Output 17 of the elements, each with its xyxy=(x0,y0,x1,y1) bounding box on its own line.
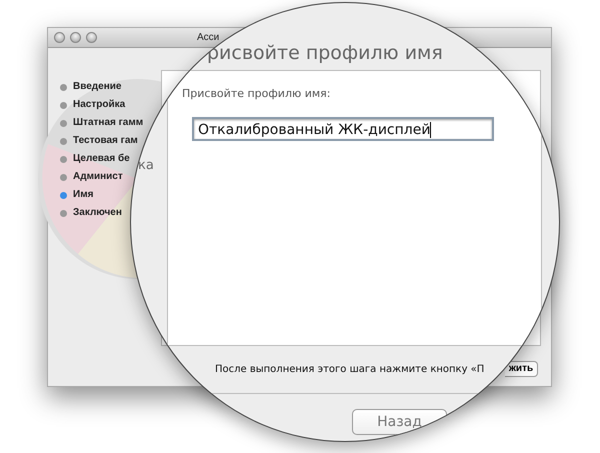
zoom-button[interactable] xyxy=(86,32,97,43)
continue-button[interactable]: жить xyxy=(505,361,538,377)
sidebar-item[interactable]: Админист xyxy=(73,171,123,183)
minimize-button[interactable] xyxy=(70,32,81,43)
back-button[interactable]: Назад xyxy=(352,409,447,435)
sidebar-item[interactable]: Настройка xyxy=(73,99,126,111)
sidebar-item[interactable]: Штатная гамм xyxy=(73,117,144,129)
text-fragment: ка xyxy=(138,157,154,175)
close-button[interactable] xyxy=(54,32,65,43)
sidebar-item[interactable]: Целевая бе xyxy=(73,153,130,165)
sidebar-item[interactable]: Введение xyxy=(73,81,122,93)
name-field[interactable]: Откалиброванный ЖК-дисплей xyxy=(192,117,494,141)
sidebar-item[interactable]: Заключен xyxy=(73,207,122,219)
sidebar-item[interactable]: Имя xyxy=(73,189,94,201)
instruction-text: После выполнения этого шага нажмите кнопку «П xyxy=(215,363,484,377)
sidebar-item[interactable]: Тестовая гам xyxy=(73,135,138,147)
field-label: Присвойте профилю имя: xyxy=(182,86,330,102)
